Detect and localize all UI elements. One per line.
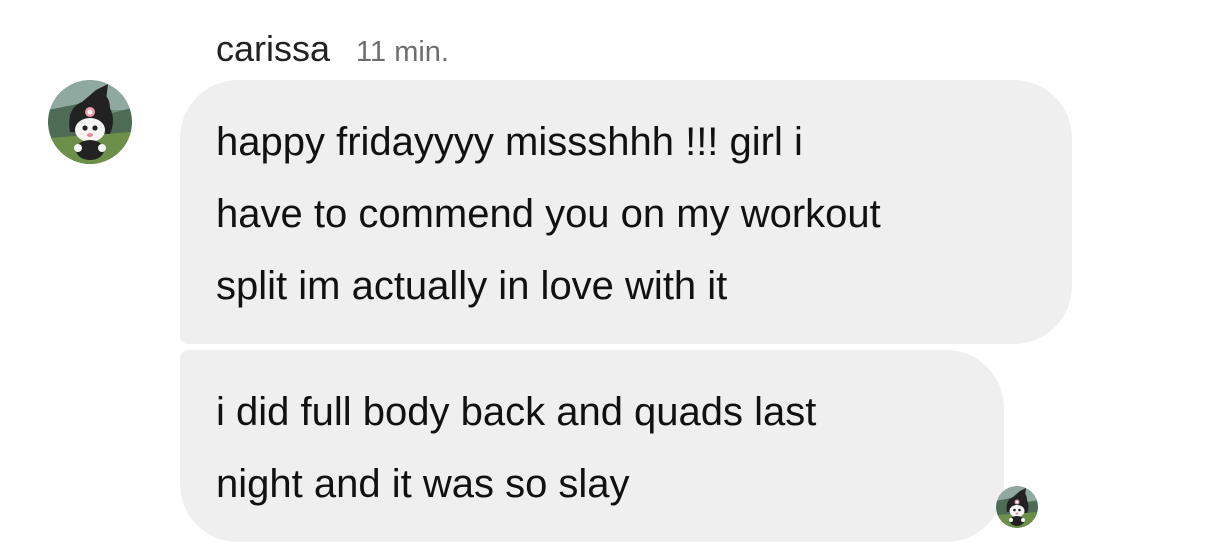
message-text-line: happy fridayyyy missshhh !!! girl i <box>216 120 803 164</box>
message-text-line: i did full body back and quads last <box>216 390 817 434</box>
sender-name[interactable]: carissa <box>216 28 330 70</box>
message-text-line: night and it was so slay <box>216 462 630 506</box>
message-bubble[interactable]: i did full body back and quads last nigh… <box>180 350 1004 542</box>
message-text-line: have to commend you on my workout <box>216 192 881 236</box>
message-header: carissa 11 min. <box>216 28 449 70</box>
sender-avatar[interactable] <box>48 80 132 164</box>
message-text-line: split im actually in love with it <box>216 264 728 308</box>
message-bubble[interactable]: happy fridayyyy missshhh !!! girl i have… <box>180 80 1072 344</box>
read-receipt-avatar[interactable] <box>996 486 1038 528</box>
message-timestamp: 11 min. <box>356 36 449 68</box>
kuromi-seen-avatar-icon <box>996 486 1038 528</box>
kuromi-avatar-icon <box>48 80 132 164</box>
